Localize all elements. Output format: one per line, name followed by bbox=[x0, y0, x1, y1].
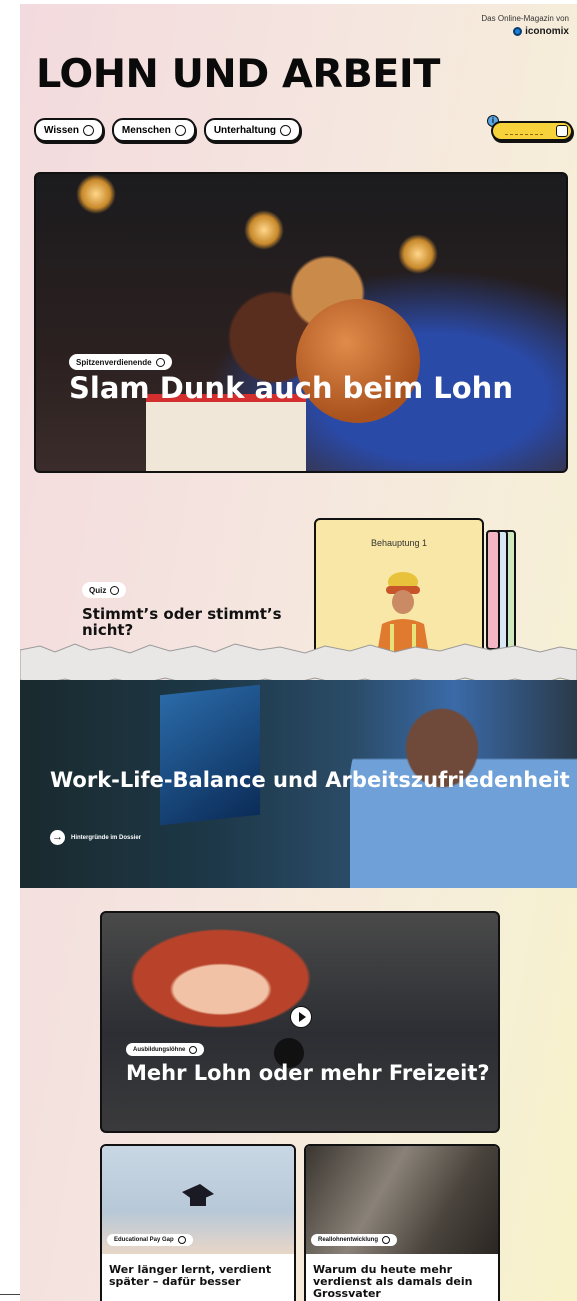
arrow-right-icon: → bbox=[50, 830, 65, 845]
iconomix-logo-icon bbox=[513, 27, 523, 36]
article-card-educational-pay-gap[interactable]: Educational Pay Gap Wer länger lernt, ve… bbox=[100, 1144, 296, 1301]
tag-label: Menschen bbox=[121, 124, 171, 136]
card-tag[interactable]: Reallohnentwicklung bbox=[311, 1234, 398, 1246]
dossier-title: Work-Life-Balance und Arbeitszufriedenhe… bbox=[50, 768, 570, 792]
category-nav: Wissen Menschen Unterhaltung bbox=[34, 118, 302, 142]
quiz-card-stack bbox=[486, 530, 500, 650]
quiz-tag-label: Quiz bbox=[89, 585, 107, 595]
quiz-tag[interactable]: Quiz bbox=[82, 582, 127, 598]
tag-menschen[interactable]: Menschen bbox=[111, 118, 196, 142]
card-tag-label: Reallohnentwicklung bbox=[318, 1237, 379, 1243]
quiz-title: Stimmt’s oder stimmt’s nicht? bbox=[82, 605, 282, 639]
tag-wissen[interactable]: Wissen bbox=[34, 118, 104, 142]
quiz-card-label: Behauptung 1 bbox=[370, 538, 428, 548]
tag-unterhaltung[interactable]: Unterhaltung bbox=[203, 118, 302, 142]
card-tag[interactable]: Educational Pay Gap bbox=[107, 1234, 193, 1246]
hero-title: Slam Dunk auch beim Lohn bbox=[69, 371, 513, 405]
arena-light bbox=[398, 234, 438, 274]
brand-logo[interactable]: iconomix bbox=[513, 26, 569, 37]
torn-paper-divider bbox=[20, 643, 577, 686]
hero-article-card[interactable]: Spitzenverdienende Slam Dunk auch beim L… bbox=[34, 172, 568, 473]
people-icon bbox=[189, 1045, 198, 1054]
brand-name: iconomix bbox=[525, 26, 569, 37]
quiz-card[interactable]: Behauptung 1 bbox=[314, 518, 484, 660]
people-icon bbox=[155, 357, 165, 367]
publisher-note: Das Online-Magazin von bbox=[481, 14, 569, 23]
game-icon bbox=[280, 124, 292, 136]
page-margin bbox=[0, 0, 20, 1301]
page-title: LOHN UND ARBEIT bbox=[36, 52, 440, 97]
card-title: Warum du heute mehr verdienst als damals… bbox=[313, 1263, 473, 1300]
game-icon bbox=[110, 585, 120, 595]
hero-tag-label: Spitzenverdienende bbox=[76, 357, 152, 367]
article-card-reallohnentwicklung[interactable]: Reallohnentwicklung Warum du heute mehr … bbox=[304, 1144, 500, 1301]
play-icon[interactable] bbox=[290, 1006, 312, 1028]
lightbulb-icon bbox=[82, 124, 94, 136]
graduation-cap-icon bbox=[182, 1184, 214, 1206]
video-article-card[interactable]: Ausbildungslöhne Mehr Lohn oder mehr Fre… bbox=[100, 911, 500, 1133]
hero-tag[interactable]: Spitzenverdienende bbox=[69, 354, 172, 370]
dossier-link-label: Hintergründe im Dossier bbox=[71, 834, 142, 841]
card-title: Wer länger lernt, verdient später – dafü… bbox=[109, 1263, 272, 1288]
card-tag-label: Educational Pay Gap bbox=[114, 1237, 174, 1243]
hero-image-jersey bbox=[146, 394, 306, 471]
tag-label: Wissen bbox=[44, 124, 79, 136]
trading-screen-image bbox=[160, 684, 260, 826]
search-placeholder-line bbox=[505, 134, 543, 135]
video-title: Mehr Lohn oder mehr Freizeit? bbox=[126, 1061, 490, 1085]
arena-light bbox=[244, 210, 284, 250]
lightbulb-icon bbox=[382, 1236, 391, 1244]
people-icon bbox=[174, 124, 186, 136]
search-input[interactable] bbox=[491, 121, 573, 141]
page: Das Online-Magazin von iconomix LOHN UND… bbox=[20, 4, 577, 1301]
lightbulb-icon bbox=[177, 1236, 186, 1244]
video-tag[interactable]: Ausbildungslöhne bbox=[126, 1043, 205, 1056]
video-tag-label: Ausbildungslöhne bbox=[133, 1046, 186, 1053]
arena-light bbox=[76, 174, 116, 214]
stressed-man-image bbox=[350, 698, 577, 888]
search-submit-icon[interactable] bbox=[556, 125, 568, 137]
dossier-link[interactable]: → Hintergründe im Dossier bbox=[50, 830, 141, 845]
dossier-banner[interactable]: Work-Life-Balance und Arbeitszufriedenhe… bbox=[20, 680, 577, 888]
tag-label: Unterhaltung bbox=[213, 124, 277, 136]
